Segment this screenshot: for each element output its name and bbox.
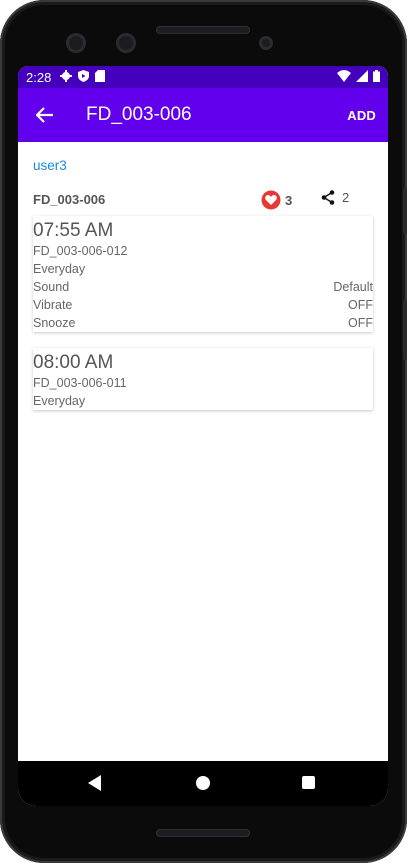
heart-icon <box>261 190 281 210</box>
alarm-vibrate-row: Vibrate OFF <box>33 296 373 314</box>
status-icons-right <box>337 70 380 82</box>
alarm-repeat: Everyday <box>33 394 86 408</box>
shield-icon <box>78 70 89 82</box>
shares-count: 2 <box>342 190 350 205</box>
signal-icon <box>356 70 368 82</box>
likes-count: 3 <box>285 192 293 208</box>
vibrate-label: Vibrate <box>33 298 73 312</box>
group-title: FD_003-006 <box>33 192 106 207</box>
front-camera <box>66 33 86 53</box>
like-button[interactable]: 3 <box>261 190 292 210</box>
share-button[interactable]: 2 <box>321 190 349 205</box>
back-button[interactable] <box>32 103 58 127</box>
snooze-label: Snooze <box>33 316 76 330</box>
alarm-name: FD_003-006-012 <box>33 244 128 258</box>
snooze-value: OFF <box>348 316 373 330</box>
alarm-time: 08:00 AM <box>33 352 114 373</box>
bottom-speaker <box>156 829 250 837</box>
screen: 2:28 FD_003-006 ADD user3 FD_003-006 3 2… <box>18 66 388 806</box>
status-bar: 2:28 <box>18 66 388 88</box>
add-button[interactable]: ADD <box>347 108 376 123</box>
alarm-repeat: Everyday <box>33 262 86 276</box>
nav-home-icon[interactable] <box>196 776 210 790</box>
arrow-back-icon <box>36 107 53 123</box>
proximity-sensor <box>259 36 273 50</box>
sd-card-icon <box>95 70 105 82</box>
top-speaker <box>156 26 250 34</box>
page-title: FD_003-006 <box>86 104 192 125</box>
battery-icon <box>373 70 380 82</box>
user-link[interactable]: user3 <box>33 158 67 173</box>
share-icon <box>321 190 335 205</box>
sound-label: Sound <box>33 280 70 294</box>
power-button <box>403 188 407 234</box>
vibrate-value: OFF <box>348 298 373 312</box>
alarm-snooze-row: Snooze OFF <box>33 314 373 332</box>
nav-back-icon[interactable] <box>88 775 101 791</box>
volume-button <box>403 300 407 360</box>
app-bar: FD_003-006 ADD <box>18 88 388 142</box>
group-header: FD_003-006 3 2 <box>33 190 373 212</box>
alarm-card[interactable]: 07:55 AM FD_003-006-012 Everyday Sound D… <box>33 216 373 332</box>
gear-icon <box>60 70 72 82</box>
alarm-card[interactable]: 08:00 AM FD_003-006-011 Everyday <box>33 348 373 410</box>
alarm-name: FD_003-006-011 <box>33 376 127 390</box>
sound-value: Default <box>333 280 373 294</box>
status-icons-left <box>60 70 105 82</box>
system-nav-bar <box>18 761 388 806</box>
alarm-time: 07:55 AM <box>33 220 114 241</box>
wifi-icon <box>337 70 351 82</box>
status-time: 2:28 <box>26 70 52 85</box>
phone-frame: 2:28 FD_003-006 ADD user3 FD_003-006 3 2… <box>0 0 407 863</box>
alarm-sound-row: Sound Default <box>33 278 373 296</box>
nav-recents-icon[interactable] <box>302 776 315 789</box>
front-camera-secondary <box>116 33 136 53</box>
